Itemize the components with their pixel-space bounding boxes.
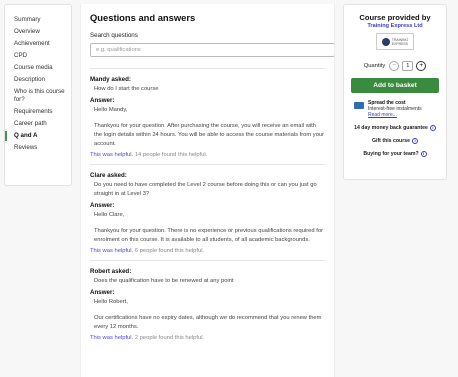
- read-more-link[interactable]: Read more...: [368, 112, 397, 118]
- quantity-increase-button[interactable]: +: [416, 61, 427, 71]
- question-asker: Mandy asked:: [90, 76, 131, 83]
- course-section-nav: Summary Overview Achievement CPD Course …: [4, 4, 72, 186]
- provider-logo-mark: [381, 37, 390, 46]
- question-text: Does the qualification have to be renewe…: [94, 278, 234, 284]
- info-icon[interactable]: i: [429, 125, 436, 131]
- spread-the-cost: Spread the cost Interest-free instalment…: [350, 100, 440, 118]
- helpful-count: 6 people found this helpful.: [134, 248, 205, 254]
- helpful-row: This was helpful. 14 people found this h…: [90, 152, 325, 158]
- answer-label: Answer:: [90, 202, 115, 209]
- sidebar-item-course-media[interactable]: Course media: [5, 62, 71, 74]
- answer-greeting: Hello Robert,: [94, 299, 128, 305]
- sidebar-item-who-is-this-for[interactable]: Who is this course for?: [5, 86, 71, 106]
- provider-name-link[interactable]: Training Express Ltd: [350, 23, 440, 29]
- gift-this-course[interactable]: Gift this course i: [350, 138, 440, 144]
- answer-body: Our certifications have no expiry dates,…: [94, 315, 322, 330]
- search-label: Search questions: [90, 32, 138, 39]
- helpful-row: This was helpful. 2 people found this he…: [90, 335, 325, 341]
- provided-by-heading: Course provided by: [359, 13, 431, 22]
- purchase-card: Course provided by Training Express Ltd …: [343, 4, 447, 180]
- sidebar-item-cpd[interactable]: CPD: [5, 50, 71, 62]
- sidebar-item-requirements[interactable]: Requirements: [5, 106, 71, 118]
- helpful-link[interactable]: This was helpful.: [90, 248, 133, 254]
- add-to-basket-button[interactable]: Add to basket: [351, 78, 439, 93]
- answer-text: Hello Clare, Thankyou for your question.…: [90, 211, 325, 245]
- info-icon[interactable]: i: [420, 151, 427, 157]
- quantity-value-field[interactable]: 1: [402, 61, 414, 71]
- provider-logo[interactable]: TRAINING EXPRESS: [376, 33, 414, 50]
- answer-label: Answer:: [90, 289, 115, 296]
- answer-text: Hello Mandy, Thankyou for your question.…: [90, 106, 325, 149]
- card-payment-icon: [354, 102, 364, 109]
- answer-body: Thankyou for your question. There is no …: [94, 228, 323, 243]
- questions-and-answers-section: Questions and answers Search questions M…: [80, 4, 335, 377]
- question-text: How do I start the course: [94, 86, 159, 92]
- question-text: Do you need to have completed the Level …: [94, 182, 317, 197]
- section-title: Questions and answers: [90, 12, 196, 23]
- question-asker: Robert asked:: [90, 268, 132, 275]
- money-back-guarantee[interactable]: 14 day money back guarantee i: [350, 125, 440, 131]
- quantity-decrease-button[interactable]: −: [389, 61, 400, 71]
- provider-logo-text: TRAINING EXPRESS: [391, 37, 409, 46]
- sidebar-item-overview[interactable]: Overview: [5, 26, 71, 38]
- sidebar-item-career-path[interactable]: Career path: [5, 118, 71, 130]
- helpful-row: This was helpful. 6 people found this he…: [90, 248, 325, 254]
- question-item: Robert asked: Does the qualification hav…: [90, 260, 325, 347]
- helpful-link[interactable]: This was helpful.: [90, 335, 133, 341]
- quantity-stepper: Quantity − 1 +: [350, 61, 440, 71]
- helpful-link[interactable]: This was helpful.: [90, 152, 133, 158]
- quantity-label: Quantity: [363, 63, 386, 69]
- buying-for-team[interactable]: Buying for your team? i: [350, 151, 440, 157]
- sidebar-item-description[interactable]: Description: [5, 74, 71, 86]
- question-asker: Clare asked:: [90, 172, 127, 179]
- spread-text: Spread the cost Interest-free instalment…: [368, 100, 422, 118]
- answer-greeting: Hello Mandy,: [94, 107, 128, 113]
- answer-body: Thankyou for your question. After purcha…: [94, 123, 325, 147]
- answer-label: Answer:: [90, 97, 115, 104]
- helpful-count: 14 people found this helpful.: [134, 152, 208, 158]
- helpful-count: 2 people found this helpful.: [134, 335, 205, 341]
- answer-text: Hello Robert, Our certifications have no…: [90, 298, 325, 332]
- answer-greeting: Hello Clare,: [94, 212, 125, 218]
- sidebar-item-summary[interactable]: Summary: [5, 14, 71, 26]
- question-item: Mandy asked: How do I start the course A…: [90, 68, 325, 164]
- sidebar-item-q-and-a[interactable]: Q and A: [5, 130, 71, 142]
- sidebar-item-reviews[interactable]: Reviews: [5, 142, 71, 154]
- search-questions-input[interactable]: [90, 43, 334, 57]
- sidebar-item-achievement[interactable]: Achievement: [5, 38, 71, 50]
- info-icon[interactable]: i: [412, 138, 419, 144]
- question-item: Clare asked: Do you need to have complet…: [90, 164, 325, 260]
